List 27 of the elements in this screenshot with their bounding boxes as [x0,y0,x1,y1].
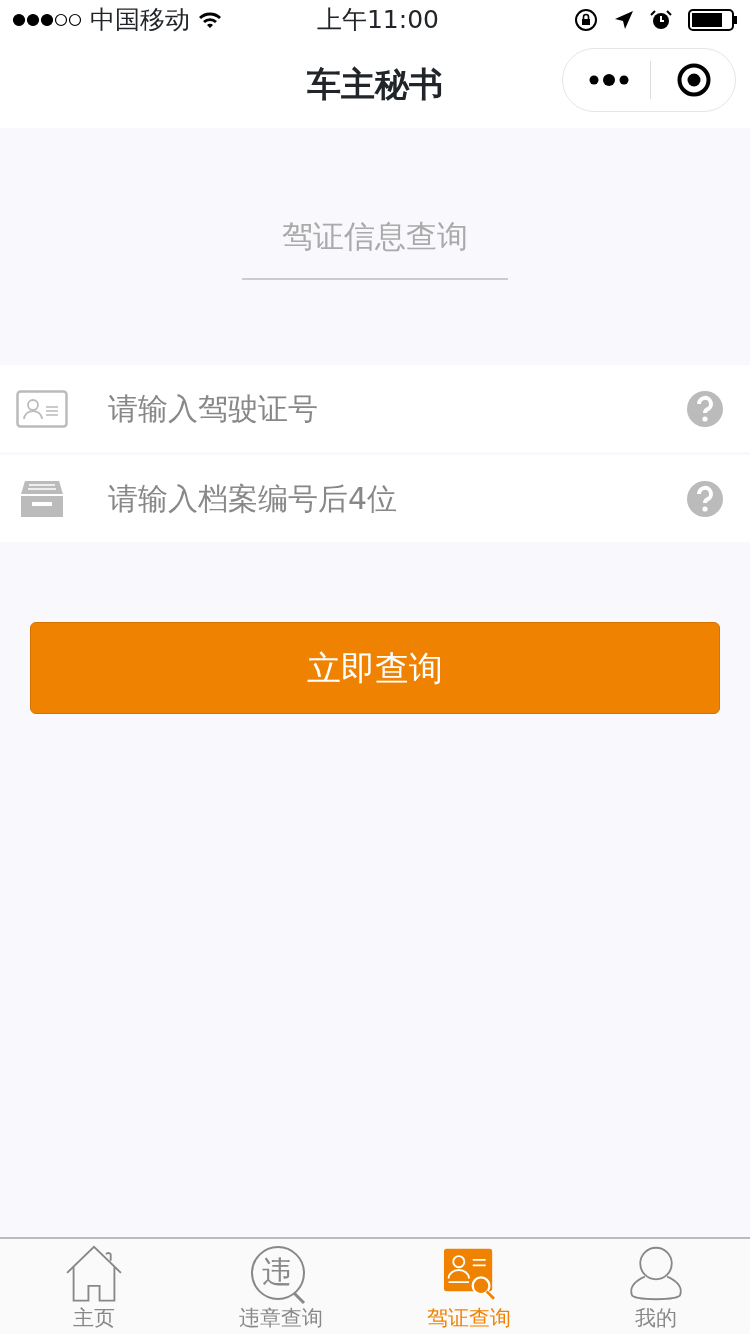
more-icon[interactable] [589,74,629,86]
alarm-icon [650,9,672,31]
query-button[interactable]: 立即查询 [30,622,720,714]
tab[interactable]: 违 违章查询 [187,1239,375,1334]
location-icon [614,10,634,30]
tab-label: 驾证查询 [426,1304,511,1332]
form-row[interactable]: 请输入驾驶证号 [0,365,750,452]
page-title: 车主秘书 [307,62,443,106]
id-card-icon [16,389,68,428]
wifi-icon [198,11,222,29]
rotation-lock-icon [574,8,598,32]
carrier-name: 中国移动 [90,4,190,37]
tab-label: 我的 [635,1304,678,1332]
input-field[interactable]: 请输入驾驶证号 [106,385,686,432]
status-time: 上午11:00 [316,4,439,37]
icon-glyph: 违 [262,1257,293,1287]
tab[interactable]: 我的 [562,1239,750,1334]
form-row[interactable]: 请输入档案编号后4位 [0,455,750,542]
section-heading: 驾证信息查询 [242,213,508,280]
signal-icon [12,13,82,27]
tab[interactable]: 主页 [0,1239,188,1334]
tab[interactable]: 驾证查询 [375,1239,563,1334]
tab-label: 违章查询 [239,1304,324,1332]
tab-label: 主页 [72,1304,115,1332]
close-icon[interactable] [677,63,711,97]
battery-icon [688,9,738,31]
input-field[interactable]: 请输入档案编号后4位 [106,475,686,522]
